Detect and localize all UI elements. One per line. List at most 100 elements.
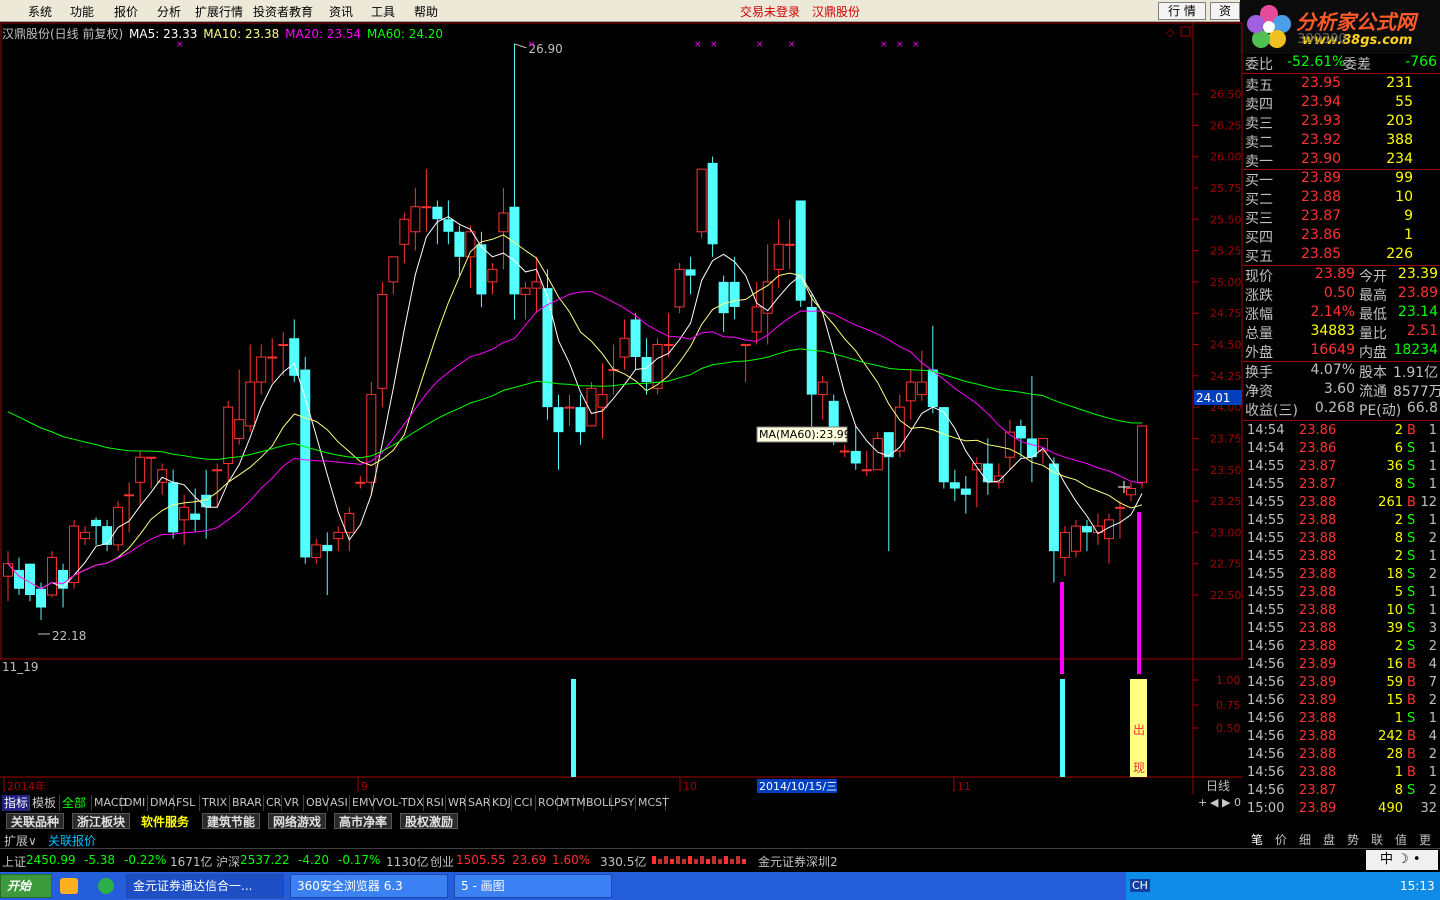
menu-system[interactable]: 系统 bbox=[28, 3, 52, 20]
indicator-tab-brar[interactable]: BRAR bbox=[230, 795, 264, 811]
menu-news[interactable]: 资讯 bbox=[329, 3, 353, 20]
menu-ext-market[interactable]: 扩展行情 bbox=[195, 3, 243, 20]
menu-analysis[interactable]: 分析 bbox=[157, 3, 181, 20]
candle-body bbox=[267, 356, 278, 359]
candle-body bbox=[3, 563, 13, 577]
indicator-tab-sar[interactable]: SAR bbox=[466, 795, 490, 811]
indicator-tab-全部[interactable]: 全部 bbox=[60, 795, 92, 811]
indicator-tab-指标[interactable]: 指标 bbox=[2, 795, 30, 811]
candle-body bbox=[223, 406, 234, 464]
panel-cell: 1 bbox=[1394, 711, 1403, 726]
panel-tab-5[interactable]: 联 bbox=[1371, 831, 1383, 848]
y-tick-label: 24.25 bbox=[1210, 370, 1242, 383]
window-icon[interactable] bbox=[1180, 26, 1191, 37]
task-browser[interactable]: 360安全浏览器 6.3 bbox=[290, 874, 448, 898]
panel-cell: 收益(三) bbox=[1245, 403, 1298, 419]
indicator-tab-mtm[interactable]: MTM bbox=[558, 795, 586, 811]
indicator-tab-macd[interactable]: MACD bbox=[92, 795, 127, 811]
candle-body bbox=[597, 394, 608, 408]
menu-tools[interactable]: 工具 bbox=[371, 3, 395, 20]
sh-index[interactable]: 2450.99 bbox=[26, 853, 76, 867]
indicator-tab-cr[interactable]: CR bbox=[264, 795, 282, 811]
low-label: 22.18 bbox=[52, 629, 86, 643]
login-status[interactable]: 交易未登录 bbox=[740, 3, 800, 20]
kline-chart[interactable]: 26.50 26.25 26.00 25.75 25.50 25.25 25.00 24.75… bbox=[0, 22, 1243, 794]
menu-quote[interactable]: 报价 bbox=[114, 3, 138, 20]
block-tab-5[interactable]: 高市净率 bbox=[334, 813, 393, 829]
signal-mark: × bbox=[176, 40, 184, 50]
task-paint[interactable]: 5 - 画图 bbox=[454, 874, 612, 898]
indicator-tab-fsl[interactable]: FSL bbox=[174, 795, 200, 811]
indicator-tab-obv[interactable]: OBV bbox=[304, 795, 329, 811]
indicator-tab-boll[interactable]: BOLL bbox=[584, 795, 614, 811]
panel-tab-7[interactable]: 更 bbox=[1419, 831, 1431, 848]
indicator-tab-模板[interactable]: 模板 bbox=[30, 795, 60, 811]
panel-row: 14:55 23.87 36 S 1 bbox=[1243, 459, 1440, 477]
hs-index[interactable]: 2537.22 bbox=[240, 853, 290, 867]
panel-tab-6[interactable]: 值 bbox=[1395, 831, 1407, 848]
panel-cell: 14:55 bbox=[1247, 459, 1285, 474]
signal-mark: × bbox=[710, 40, 718, 50]
trade-button[interactable]: 资 bbox=[1210, 2, 1240, 20]
indicator-tab-vol-tdx[interactable]: VOL-TDX bbox=[374, 795, 424, 811]
indicator-tab-mcst[interactable]: MCST bbox=[636, 795, 669, 811]
panel-tab-1[interactable]: 价 bbox=[1275, 831, 1287, 848]
reset-button[interactable]: 0 bbox=[1232, 795, 1243, 811]
quicklaunch-app-icon[interactable] bbox=[60, 878, 78, 894]
panel-cell: 外盘 bbox=[1245, 345, 1273, 361]
indicator-tab-rsi[interactable]: RSI bbox=[424, 795, 446, 811]
ime-indicator[interactable]: 中 ☽ • bbox=[1366, 850, 1438, 870]
start-button[interactable]: 开始 bbox=[0, 874, 52, 898]
indicator-tab-psy[interactable]: PSY bbox=[612, 795, 636, 811]
task-tdx[interactable]: 金元证券通达信合一... bbox=[126, 874, 284, 898]
candle-body bbox=[916, 381, 927, 396]
indicator-tab-emv[interactable]: EMV bbox=[350, 795, 376, 811]
lang-indicator[interactable]: CH bbox=[1130, 879, 1150, 892]
panel-cell: 32 bbox=[1420, 801, 1437, 816]
indicator-tab-kdj[interactable]: KDJ bbox=[490, 795, 512, 811]
quote-button[interactable]: 行 情 bbox=[1158, 2, 1206, 20]
indicator-tab-roc[interactable]: ROC bbox=[536, 795, 562, 811]
block-tab-0[interactable]: 关联品种 bbox=[6, 813, 65, 829]
panel-cell: 23.88 bbox=[1299, 531, 1337, 546]
indicator-tab-vr[interactable]: VR bbox=[282, 795, 304, 811]
diamond-icon[interactable]: ◇ bbox=[1166, 26, 1175, 39]
panel-cell: 23.88 bbox=[1301, 189, 1342, 205]
indicator-tab-wr[interactable]: WR bbox=[446, 795, 467, 811]
related-quote-link[interactable]: 关联报价 bbox=[48, 832, 96, 849]
candle-body bbox=[729, 281, 740, 307]
period-label[interactable]: 日线 bbox=[1206, 779, 1230, 793]
panel-cell: 23.14 bbox=[1397, 304, 1438, 320]
panel-tab-0[interactable]: 笔 bbox=[1251, 831, 1263, 848]
block-tab-4[interactable]: 网络游戏 bbox=[268, 813, 327, 829]
quicklaunch-ie-icon[interactable] bbox=[98, 878, 114, 894]
indicator-tab-asi[interactable]: ASI bbox=[328, 795, 350, 811]
panel-cell: 9 bbox=[1404, 208, 1413, 224]
indicator-tab-dmi[interactable]: DMI bbox=[122, 795, 148, 811]
panel-tab-4[interactable]: 势 bbox=[1347, 831, 1359, 848]
panel-row: 14:55 23.88 5 S 1 bbox=[1243, 585, 1440, 603]
date-label: 9 bbox=[361, 780, 368, 793]
market-bar bbox=[676, 856, 680, 864]
panel-cell: 16649 bbox=[1310, 342, 1355, 358]
stock-code: 300300 bbox=[1297, 32, 1347, 47]
indicator-tab-dma[interactable]: DMA bbox=[148, 795, 176, 811]
block-tab-3[interactable]: 建筑节能 bbox=[202, 813, 261, 829]
menu-investor-edu[interactable]: 投资者教育 bbox=[253, 3, 313, 20]
expand-toggle[interactable]: 扩展∨ bbox=[4, 832, 37, 849]
indicator-tab-cci[interactable]: CCI bbox=[512, 795, 536, 811]
block-tab-1[interactable]: 浙江板块 bbox=[72, 813, 131, 829]
panel-cell: 23.88 bbox=[1299, 765, 1337, 780]
scroll-left-icon[interactable]: ◀ bbox=[1208, 795, 1220, 811]
indicator-tab-trix[interactable]: TRIX bbox=[200, 795, 230, 811]
cy-index[interactable]: 1505.55 bbox=[456, 853, 506, 867]
candle-body bbox=[201, 494, 212, 508]
broker-server[interactable]: 金元证券深圳2 bbox=[758, 853, 838, 870]
scroll-right-icon[interactable]: ▶ bbox=[1220, 795, 1232, 811]
panel-tab-3[interactable]: 盘 bbox=[1323, 831, 1335, 848]
block-tab-2[interactable]: 软件服务 bbox=[136, 813, 195, 829]
menu-function[interactable]: 功能 bbox=[70, 3, 94, 20]
menu-help[interactable]: 帮助 bbox=[414, 3, 438, 20]
block-tab-6[interactable]: 股权激励 bbox=[400, 813, 459, 829]
panel-tab-2[interactable]: 细 bbox=[1299, 831, 1311, 848]
